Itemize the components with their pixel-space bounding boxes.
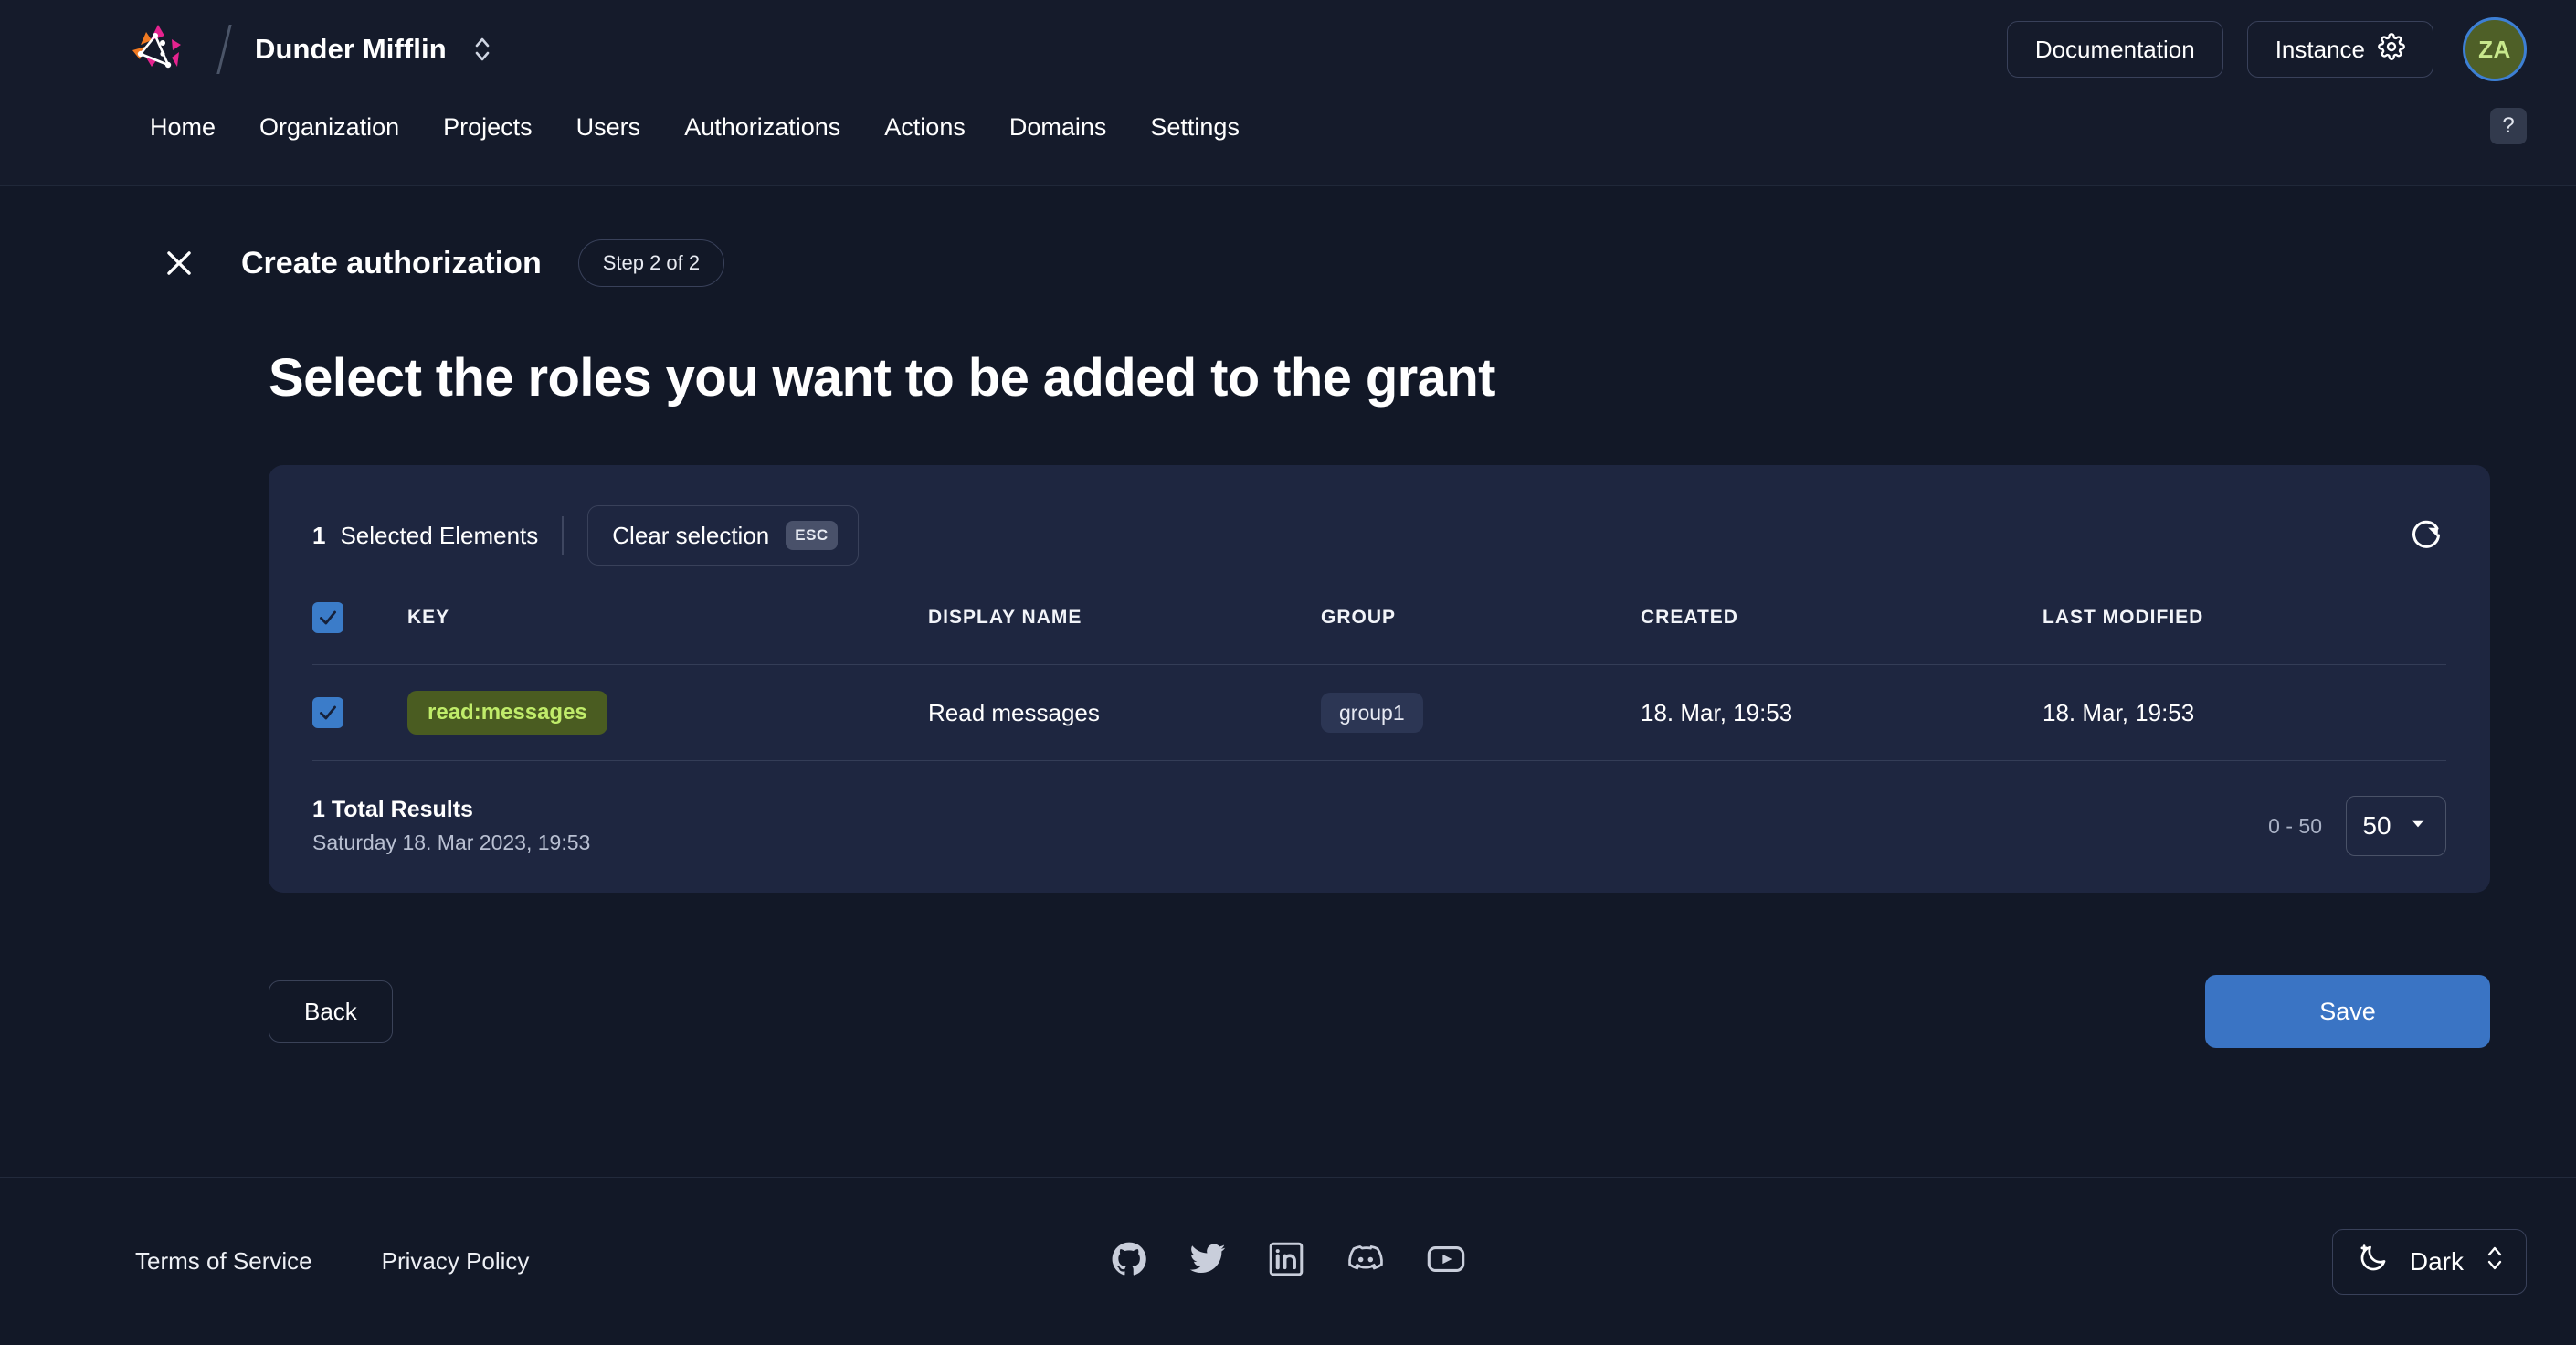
table-row[interactable]: read:messages Read messages group1 18. M… [312,664,2446,761]
app-root: Dunder Mifflin Documentation Instance ZA [0,0,2576,1345]
toolbar-divider [562,516,565,555]
row-checkbox[interactable] [312,697,343,728]
clear-selection-label: Clear selection [612,521,770,549]
moon-icon [2357,1242,2390,1281]
wizard-title: Create authorization [241,245,542,281]
twitter-icon[interactable] [1188,1240,1227,1283]
pagination-range: 0 - 50 [2268,813,2322,838]
footer-socials [1110,1239,1466,1284]
table-header-row: KEY DISPLAY NAME GROUP CREATED LAST MODI… [312,602,2446,665]
selected-count: 1 [312,521,326,549]
cell-key: read:messages [407,664,928,761]
total-results-block: 1 Total Results Saturday 18. Mar 2023, 1… [312,797,590,855]
nav-links: Home Organization Projects Users Authori… [128,99,1262,155]
nav-actions[interactable]: Actions [862,113,987,142]
column-header-last-modified[interactable]: LAST MODIFIED [2043,602,2446,665]
chevron-up-down-icon[interactable] [470,34,494,65]
nav-projects[interactable]: Projects [421,113,554,142]
column-header-group[interactable]: GROUP [1321,602,1641,665]
nav-settings[interactable]: Settings [1128,113,1262,142]
top-bar: Dunder Mifflin Documentation Instance ZA [0,0,2576,99]
help-button[interactable]: ? [2490,108,2527,144]
cell-group: group1 [1321,664,1641,761]
total-results: 1 Total Results [312,797,473,822]
table-head: KEY DISPLAY NAME GROUP CREATED LAST MODI… [312,602,2446,665]
theme-toggle[interactable]: Dark [2331,1228,2527,1295]
cell-created: 18. Mar, 19:53 [1641,664,2043,761]
column-header-created[interactable]: CREATED [1641,602,2043,665]
gear-icon [2378,32,2405,67]
footer: Terms of Service Privacy Policy Dark [0,1177,2576,1345]
avatar[interactable]: ZA [2463,17,2527,81]
documentation-button[interactable]: Documentation [2006,21,2223,78]
nav-users[interactable]: Users [554,113,663,142]
linkedin-icon[interactable] [1267,1240,1305,1283]
footer-terms-of-service[interactable]: Terms of Service [135,1247,312,1276]
row-select-cell [312,664,407,761]
role-key-chip: read:messages [407,691,607,735]
table-toolbar: 1 Selected Elements Clear selection ESC [312,505,2446,566]
github-icon[interactable] [1110,1240,1148,1283]
back-button[interactable]: Back [269,980,393,1043]
youtube-icon[interactable] [1426,1239,1466,1284]
refresh-icon[interactable] [2406,515,2446,556]
instance-label: Instance [2275,35,2365,63]
table-footer: 1 Total Results Saturday 18. Mar 2023, 1… [312,796,2446,856]
page-size-value: 50 [2362,811,2391,840]
cell-display-name: Read messages [928,664,1321,761]
nav-home[interactable]: Home [128,113,238,142]
wizard-header: Create authorization Step 2 of 2 [0,186,2527,287]
select-all-checkbox[interactable] [312,602,343,633]
step-badge: Step 2 of 2 [577,239,725,287]
main-navigation: Home Organization Projects Users Authori… [0,99,2576,186]
page-headline: Select the roles you want to be added to… [269,348,1495,408]
select-all-header [312,602,407,665]
avatar-initials: ZA [2478,35,2511,63]
esc-key-badge: ESC [786,521,838,550]
nav-domains[interactable]: Domains [987,113,1129,142]
footer-privacy-policy[interactable]: Privacy Policy [382,1247,530,1276]
wizard-actions: Back Save [269,975,2490,1048]
instance-button[interactable]: Instance [2246,21,2433,78]
zitadel-logo-icon[interactable] [128,21,188,78]
save-button[interactable]: Save [2205,975,2490,1048]
breadcrumb-separator [216,25,232,74]
clear-selection-button[interactable]: Clear selection ESC [587,505,859,566]
chevron-down-icon [2406,811,2430,842]
page-size-select[interactable]: 50 [2346,796,2446,856]
org-name: Dunder Mifflin [255,33,447,65]
total-results-timestamp: Saturday 18. Mar 2023, 19:53 [312,831,591,854]
cell-last-modified: 18. Mar, 19:53 [2043,664,2446,761]
role-group-chip: group1 [1321,693,1423,733]
roles-table-card: 1 Selected Elements Clear selection ESC [269,465,2490,893]
column-header-key[interactable]: KEY [407,602,928,665]
selected-label: Selected Elements [340,521,539,549]
chevron-up-down-icon [2484,1244,2506,1279]
close-icon[interactable] [155,239,203,287]
documentation-label: Documentation [2034,35,2195,63]
roles-table: KEY DISPLAY NAME GROUP CREATED LAST MODI… [312,602,2446,761]
discord-icon[interactable] [1346,1239,1386,1284]
nav-organization[interactable]: Organization [238,113,421,142]
nav-authorizations[interactable]: Authorizations [662,113,862,142]
table-body: read:messages Read messages group1 18. M… [312,664,2446,761]
theme-label: Dark [2409,1246,2464,1276]
column-header-display-name[interactable]: DISPLAY NAME [928,602,1321,665]
main-content: Create authorization Step 2 of 2 Select … [0,186,2576,1345]
